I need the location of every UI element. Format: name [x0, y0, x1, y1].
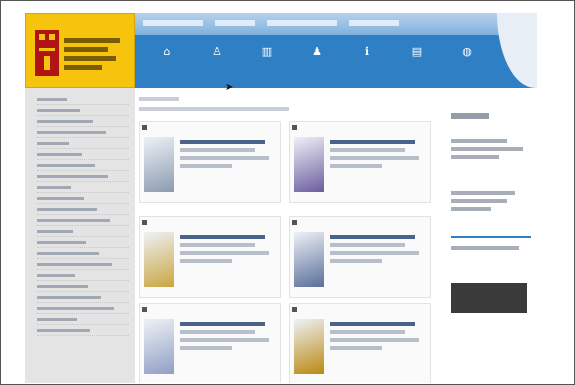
nav-item[interactable]: ⌂ [147, 37, 187, 81]
right-news-item[interactable] [451, 236, 531, 254]
sidebar-link[interactable] [37, 160, 129, 171]
sidebar-link[interactable] [37, 193, 129, 204]
news-box-title [292, 306, 428, 315]
sidebar-link[interactable] [37, 127, 129, 138]
home-icon: ⌂ [163, 45, 171, 58]
sidebar-link[interactable] [37, 314, 129, 325]
news-thumbnail[interactable] [294, 137, 324, 192]
sidebar-link[interactable] [37, 248, 129, 259]
sidebar-link[interactable] [37, 116, 129, 127]
sidebar-link[interactable] [37, 215, 129, 226]
document-icon: ▤ [411, 45, 423, 58]
news-box-title [292, 124, 428, 133]
news-box-title [292, 219, 428, 228]
sidebar-link[interactable] [37, 204, 129, 215]
news-box[interactable] [289, 303, 431, 383]
news-teaser[interactable] [180, 235, 274, 275]
news-box[interactable] [289, 121, 431, 203]
news-thumbnail[interactable] [144, 319, 174, 374]
sidebar-link[interactable] [37, 171, 129, 182]
news-box[interactable] [139, 303, 281, 383]
main-content [139, 91, 435, 383]
people-icon: ♟ [312, 45, 322, 58]
news-thumbnail[interactable] [294, 232, 324, 287]
nav-item[interactable]: ◍ [447, 37, 487, 81]
promo-banner[interactable] [451, 283, 527, 313]
site-logo[interactable] [25, 13, 135, 88]
sidebar-link[interactable] [37, 270, 129, 281]
section-subtitle [139, 107, 289, 111]
globe-icon: ◍ [462, 45, 472, 58]
breadcrumb[interactable] [139, 97, 179, 101]
right-column-title [451, 113, 489, 119]
sidebar-link[interactable] [37, 94, 129, 105]
sidebar-link[interactable] [37, 105, 129, 116]
right-news-item[interactable] [451, 191, 531, 215]
browser-frame: ⌂ ♙ ▥ ♟ ℹ ▤ ◍ ➤ [0, 0, 575, 385]
news-teaser[interactable] [330, 322, 424, 362]
news-box-title [142, 219, 278, 228]
news-teaser[interactable] [180, 140, 274, 180]
sidebar-link[interactable] [37, 182, 129, 193]
news-box[interactable] [139, 216, 281, 298]
nav-item[interactable]: ℹ [347, 37, 387, 81]
header-banner: ⌂ ♙ ▥ ♟ ℹ ▤ ◍ [135, 13, 537, 88]
header-top-strip [135, 13, 537, 35]
news-thumbnail[interactable] [144, 137, 174, 192]
sidebar-link[interactable] [37, 237, 129, 248]
news-thumbnail[interactable] [294, 319, 324, 374]
news-box-title [142, 306, 278, 315]
news-box[interactable] [139, 121, 281, 203]
building-icon: ▥ [261, 45, 273, 58]
info-icon: ℹ [364, 45, 370, 58]
news-teaser[interactable] [330, 235, 424, 275]
banner-decoration [497, 13, 537, 88]
sidebar-link[interactable] [37, 149, 129, 160]
nav-item[interactable]: ♙ [197, 37, 237, 81]
news-teaser[interactable] [180, 322, 274, 362]
nav-item[interactable]: ▥ [247, 37, 287, 81]
person-icon: ♙ [212, 45, 222, 58]
nav-item[interactable]: ♟ [297, 37, 337, 81]
sidebar-menu [25, 88, 135, 383]
sidebar-link[interactable] [37, 259, 129, 270]
news-teaser[interactable] [330, 140, 424, 180]
news-box[interactable] [289, 216, 431, 298]
coat-of-arms-icon [35, 30, 59, 76]
sidebar-link[interactable] [37, 138, 129, 149]
sidebar-link[interactable] [37, 281, 129, 292]
right-column [445, 91, 537, 383]
sidebar-link[interactable] [37, 325, 129, 336]
sidebar-link[interactable] [37, 303, 129, 314]
news-thumbnail[interactable] [144, 232, 174, 287]
right-news-item[interactable] [451, 139, 531, 163]
sidebar-link[interactable] [37, 292, 129, 303]
sidebar-link[interactable] [37, 226, 129, 237]
nav-item[interactable]: ▤ [397, 37, 437, 81]
web-page: ⌂ ♙ ▥ ♟ ℹ ▤ ◍ ➤ [25, 13, 537, 383]
news-box-title [142, 124, 278, 133]
